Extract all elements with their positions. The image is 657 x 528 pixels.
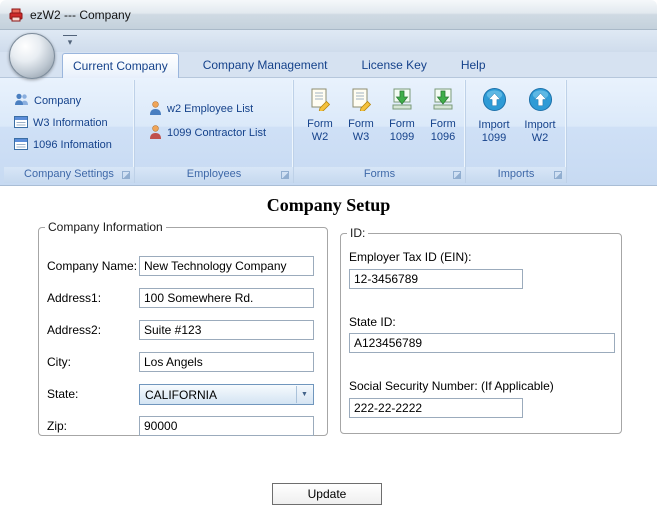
- ribbon-group-imports: Import 1099 Import W2 Imports: [466, 80, 567, 183]
- tab-company-management[interactable]: Company Management: [193, 53, 338, 78]
- group-caption-label: Forms: [363, 168, 396, 180]
- ribbon-button-label: Form W3: [348, 118, 374, 143]
- city-label: City:: [47, 355, 71, 369]
- ribbon-button-import-1099[interactable]: Import 1099: [472, 87, 516, 145]
- ribbon-item-label: W3 Information: [33, 117, 108, 129]
- group-caption-employees: Employees: [135, 167, 293, 183]
- group-caption-label: Company Settings: [24, 168, 114, 180]
- ribbon-button-label: Import W2: [524, 119, 556, 144]
- id-legend: ID:: [350, 226, 366, 240]
- ssn-input[interactable]: [349, 398, 523, 418]
- company-information-groupbox: Company Information Company Name: Addres…: [38, 220, 328, 436]
- ribbon-tabs: Current Company Company Management Licen…: [62, 53, 496, 78]
- ribbon-button-import-w2[interactable]: Import W2: [518, 87, 562, 145]
- group-caption-company-settings: Company Settings: [4, 167, 134, 183]
- tab-help[interactable]: Help: [451, 53, 496, 78]
- state-id-input[interactable]: [349, 333, 615, 353]
- address1-label: Address1:: [47, 291, 102, 305]
- state-combobox-value: CALIFORNIA: [145, 388, 218, 402]
- address2-input[interactable]: [139, 320, 314, 340]
- ribbon-item-label: 1096 Infomation: [33, 139, 112, 151]
- ribbon-item-label: w2 Employee List: [167, 103, 254, 115]
- employee-person-icon: [149, 100, 162, 118]
- tab-current-company[interactable]: Current Company: [62, 53, 179, 78]
- ribbon-button-label: Form W2: [307, 118, 333, 143]
- group-caption-forms: Forms: [294, 167, 465, 183]
- ssn-label: Social Security Number: (If Applicable): [349, 379, 554, 393]
- dialog-launcher-icon[interactable]: [122, 171, 130, 179]
- ein-label: Employer Tax ID (EIN):: [349, 250, 472, 264]
- application-orb-button[interactable]: [9, 33, 55, 79]
- titlebar[interactable]: ezW2 --- Company: [0, 0, 657, 30]
- tab-license-key[interactable]: License Key: [351, 53, 436, 78]
- ribbon-item-label: Company: [34, 95, 82, 107]
- update-button[interactable]: Update: [272, 483, 382, 505]
- group-caption-label: Employees: [186, 168, 242, 180]
- ribbon-button-form-w2[interactable]: Form W2: [301, 87, 339, 144]
- chevron-down-icon[interactable]: ▼: [296, 386, 312, 403]
- address1-input[interactable]: [139, 288, 314, 308]
- dialog-launcher-icon[interactable]: [554, 171, 562, 179]
- window-title: ezW2 --- Company: [30, 8, 131, 22]
- group-caption-label: Imports: [497, 168, 535, 180]
- ribbon-item-w3-information[interactable]: W3 Information: [14, 114, 108, 132]
- form-window-icon: [14, 137, 28, 153]
- form-pencil-icon: [308, 88, 332, 114]
- qat-customize-dropdown-icon[interactable]: ▾: [63, 35, 77, 49]
- address2-label: Address2:: [47, 323, 102, 337]
- company-setup-panel: Company Setup Company Information Compan…: [0, 186, 657, 528]
- zip-input[interactable]: [139, 416, 314, 436]
- quick-access-toolbar: [0, 30, 657, 52]
- ribbon-button-label: Form 1099: [389, 118, 415, 143]
- ribbon-group-company-settings: Company W3 Information 1096 Infomation C…: [4, 80, 135, 183]
- ribbon-button-form-1096[interactable]: Form 1096: [424, 87, 462, 144]
- form-pencil-icon: [349, 88, 373, 114]
- app-icon: [8, 7, 24, 23]
- ribbon-item-1099-contractor-list[interactable]: 1099 Contractor List: [149, 124, 266, 142]
- ribbon-item-1096-information[interactable]: 1096 Infomation: [14, 136, 112, 154]
- state-id-label: State ID:: [349, 315, 396, 329]
- company-name-label: Company Name:: [47, 259, 138, 273]
- group-caption-imports: Imports: [466, 167, 566, 183]
- import-circle-arrow-icon: [528, 87, 553, 115]
- ribbon-item-w2-employee-list[interactable]: w2 Employee List: [149, 100, 253, 118]
- company-name-input[interactable]: [139, 256, 314, 276]
- contractor-person-icon: [149, 124, 162, 142]
- import-circle-arrow-icon: [482, 87, 507, 115]
- green-arrow-form-icon: [431, 88, 455, 114]
- ribbon-group-forms: Form W2 Form W3 Form 1099 Form 1096 Form…: [294, 80, 466, 183]
- page-title: Company Setup: [266, 195, 391, 215]
- state-label: State:: [47, 387, 79, 401]
- ribbon-item-company[interactable]: Company: [14, 92, 81, 110]
- ribbon-button-form-1099[interactable]: Form 1099: [383, 87, 421, 144]
- zip-label: Zip:: [47, 419, 68, 433]
- company-information-legend: Company Information: [48, 220, 163, 234]
- green-arrow-form-icon: [390, 88, 414, 114]
- people-icon: [14, 93, 29, 109]
- ribbon: Company W3 Information 1096 Infomation C…: [0, 78, 657, 186]
- state-combobox[interactable]: CALIFORNIA ▼: [139, 384, 314, 405]
- city-input[interactable]: [139, 352, 314, 372]
- app-window: ezW2 --- Company ▾ Current Company Compa…: [0, 0, 657, 528]
- id-groupbox: ID: Employer Tax ID (EIN): State ID: Soc…: [340, 226, 622, 434]
- ribbon-button-label: Form 1096: [430, 118, 456, 143]
- ribbon-button-form-w3[interactable]: Form W3: [342, 87, 380, 144]
- ribbon-group-employees: w2 Employee List 1099 Contractor List Em…: [135, 80, 294, 183]
- ribbon-item-label: 1099 Contractor List: [167, 127, 267, 139]
- dialog-launcher-icon[interactable]: [281, 171, 289, 179]
- ein-input[interactable]: [349, 269, 523, 289]
- form-window-icon: [14, 115, 28, 131]
- ribbon-button-label: Import 1099: [478, 119, 510, 144]
- dialog-launcher-icon[interactable]: [453, 171, 461, 179]
